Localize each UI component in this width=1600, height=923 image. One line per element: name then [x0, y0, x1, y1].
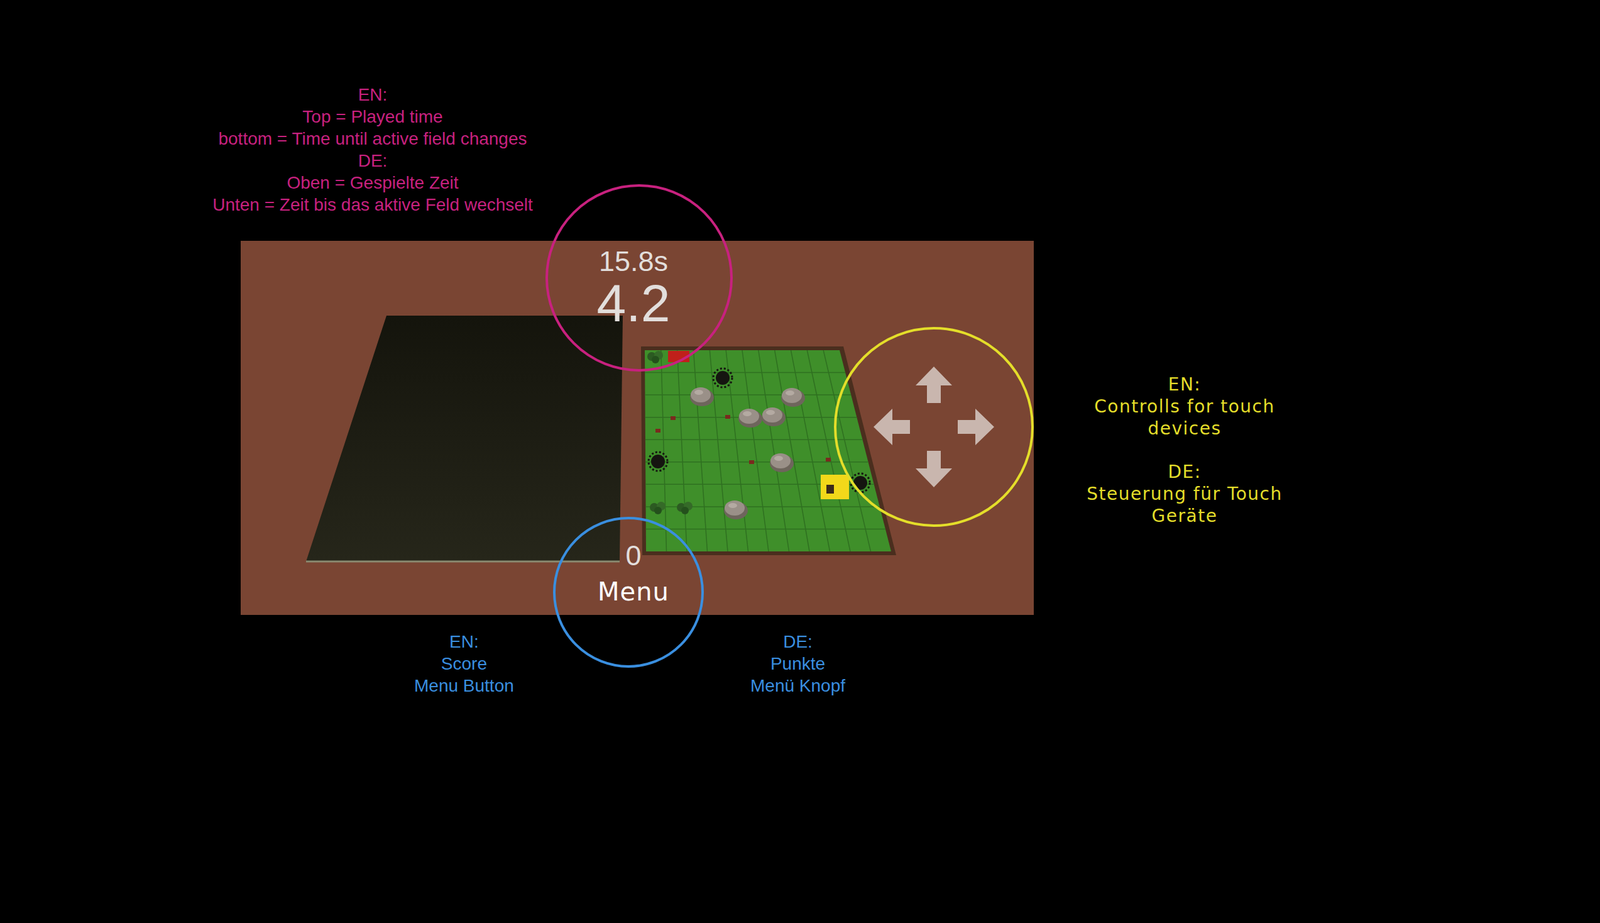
rock	[781, 387, 806, 407]
annotation-line: Punkte	[770, 652, 826, 675]
arrow-down-button[interactable]	[913, 448, 955, 490]
bush	[647, 350, 664, 364]
annotation-block: EN:ScoreMenu Button	[414, 630, 515, 697]
active-field[interactable]	[644, 350, 892, 552]
annotation-line: bottom = Time until active field changes	[218, 127, 527, 150]
rock	[690, 387, 714, 406]
field-border	[641, 346, 897, 555]
touch-controls-highlight-circle	[833, 326, 1034, 527]
page: 15.8s4.20MenuEN:Top = Played timebottom …	[0, 0, 1600, 923]
spike-mine	[713, 368, 733, 388]
arrow-down-icon	[914, 449, 954, 489]
annotation-block: EN:Controlls for touchdevices	[1058, 373, 1311, 440]
annotation-line: Oben = Gespielte Zeit	[286, 171, 459, 194]
annotation-line: EN:	[449, 630, 479, 653]
annotation-line: Score	[441, 652, 488, 675]
arrow-up-button[interactable]	[913, 363, 955, 406]
annotation-line: Top = Played time	[302, 105, 443, 128]
annotation-line: DE:	[358, 149, 388, 172]
arrow-right-button[interactable]	[955, 405, 997, 448]
crate	[670, 416, 676, 420]
annotation-line: DE:	[1167, 460, 1201, 483]
player-tile	[820, 474, 850, 499]
arrow-up-icon	[914, 365, 954, 405]
annotation-line: Geräte	[1151, 504, 1218, 527]
score-menu: 0 Menu	[593, 541, 674, 608]
annotation-line: EN:	[1168, 373, 1202, 396]
annotation-block: DE:PunkteMenü Knopf	[750, 630, 846, 697]
annotation-line: Menu Button	[414, 674, 515, 697]
crate	[825, 457, 831, 462]
rock	[723, 500, 748, 520]
game-screen: 15.8s4.2 0 Menu	[240, 240, 1034, 615]
score-menu-highlight-circle	[553, 516, 704, 668]
annotation-line: DE:	[783, 630, 813, 653]
annotation-line: Steuerung für Touch	[1086, 482, 1283, 505]
annotation-line: EN:	[358, 83, 388, 106]
rock	[769, 453, 794, 472]
played-time: 15.8s	[598, 243, 669, 276]
bush	[649, 501, 666, 515]
annotation-line: Menü Knopf	[750, 674, 846, 697]
inactive-field	[306, 315, 623, 562]
timers-annotation: EN:Top = Played timebottom = Time until …	[152, 83, 593, 216]
spike-mine	[850, 473, 870, 493]
player	[826, 484, 834, 494]
field-grid	[644, 350, 886, 552]
arrow-right-icon	[956, 407, 996, 447]
annotation-block: DE:Steuerung für TouchGeräte	[1058, 460, 1311, 527]
annotation-line: Unten = Zeit bis das aktive Feld wechsel…	[212, 193, 533, 216]
score-menu-annotation: EN:ScoreMenu Button DE:PunkteMenü Knopf	[414, 630, 846, 697]
crate	[749, 460, 755, 464]
touch-controls	[871, 363, 997, 490]
goal-tile	[668, 350, 690, 362]
timers-highlight-circle	[545, 184, 733, 372]
bush	[676, 501, 693, 515]
annotation-line: Controlls for touch	[1094, 395, 1275, 418]
annotation-block: EN:Top = Played timebottom = Time until …	[152, 83, 593, 216]
spike-mine	[648, 451, 668, 471]
timer-display: 15.8s4.2	[597, 243, 671, 330]
rock	[761, 407, 786, 427]
arrow-left-button[interactable]	[871, 405, 913, 448]
touch-controls-annotation: EN:Controlls for touchdevices DE:Steuerun…	[1058, 373, 1311, 527]
menu-button[interactable]: Menu	[593, 575, 674, 608]
arrow-left-icon	[872, 407, 912, 447]
crate	[725, 414, 731, 419]
rock	[738, 408, 763, 428]
score: 0	[625, 541, 642, 570]
crate	[655, 428, 661, 433]
field-timer: 4.2	[597, 276, 671, 330]
annotation-line: devices	[1147, 417, 1222, 440]
